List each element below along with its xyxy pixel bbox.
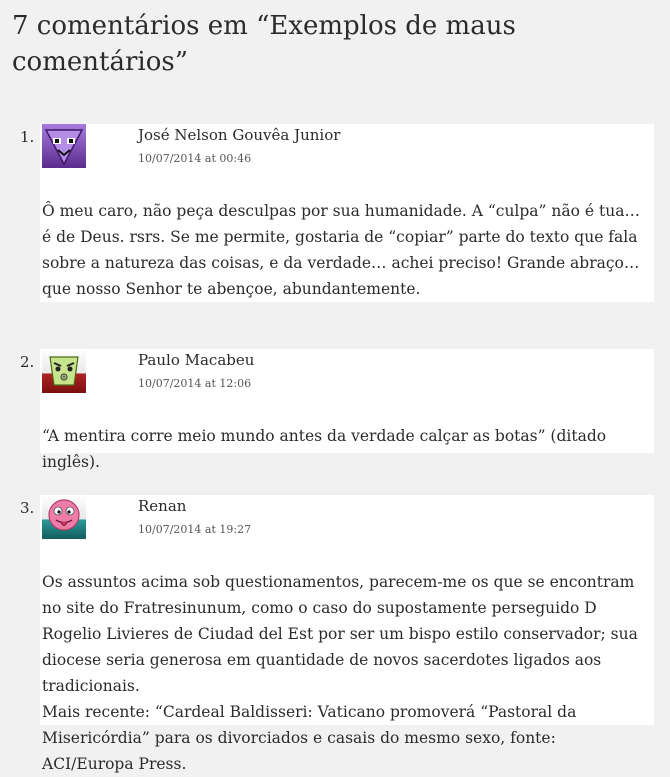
comment-author-link[interactable]: José Nelson Gouvêa Junior: [138, 126, 340, 144]
comment-author-link[interactable]: Paulo Macabeu: [138, 351, 254, 369]
comment-item: 3. Renan 10/07/2014 at 19:27 Os assuntos: [20, 495, 654, 773]
green-angry-face-avatar-icon: [42, 349, 86, 393]
comment-number: 3.: [20, 499, 35, 517]
comment-item: 2. Paulo Macabeu 10/07/2014 at 12:06 “A …: [20, 349, 654, 471]
purple-triangle-face-avatar-icon: [42, 124, 86, 168]
comment-body: “A mentira corre meio mundo antes da ver…: [42, 423, 650, 475]
pink-tongue-face-avatar-icon: [42, 495, 86, 539]
comment-text: Mais recente: “Cardeal Baldisseri: Vatic…: [42, 703, 577, 773]
comment-body: Os assuntos acima sob questionamentos, p…: [42, 569, 650, 777]
comment-date-link[interactable]: 10/07/2014 at 12:06: [138, 377, 251, 390]
comment-text: Ô meu caro, não peça desculpas por sua h…: [42, 202, 640, 298]
comment-text: Os assuntos acima sob questionamentos, p…: [42, 573, 638, 695]
comment-date-link[interactable]: 10/07/2014 at 19:27: [138, 523, 251, 536]
comment-author-link[interactable]: Renan: [138, 497, 186, 515]
comment-number: 1.: [20, 128, 35, 146]
comments-title: 7 comentários em “Exemplos de maus comen…: [12, 11, 516, 77]
comment-body: Ô meu caro, não peça desculpas por sua h…: [42, 198, 650, 302]
comment-date-link[interactable]: 10/07/2014 at 00:46: [138, 152, 251, 165]
comment-item: 1. José Nelson Gouvêa Junior 10/07/2014 …: [20, 124, 654, 302]
comment-text: “A mentira corre meio mundo antes da ver…: [42, 427, 607, 471]
comment-number: 2.: [20, 353, 35, 371]
